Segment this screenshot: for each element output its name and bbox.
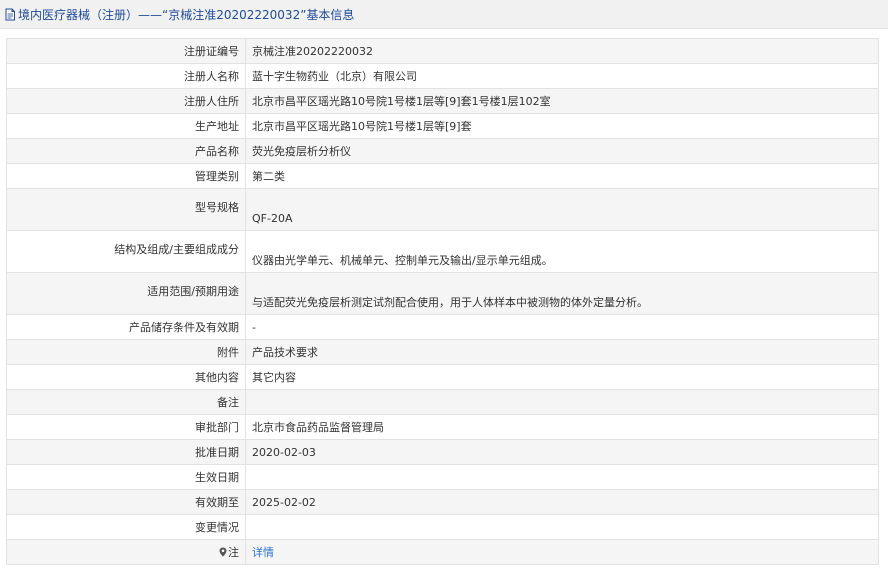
details-link[interactable]: 详情 [252, 546, 274, 559]
field-value: QF-20A [245, 188, 879, 231]
table-row: 注 详情 [6, 539, 879, 565]
field-label: 其他内容 [6, 364, 246, 390]
table-row: 备注 [6, 389, 879, 415]
table-row: 注册人名称 蓝十字生物药业（北京）有限公司 [6, 63, 879, 89]
table-row: 变更情况 [6, 514, 879, 540]
table-row: 注册证编号 京械注准20202220032 [6, 38, 879, 64]
table-row: 适用范围/预期用途 与适配荧光免疫层析测定试剂配合使用，用于人体样本中被测物的体… [6, 272, 879, 315]
table-row: 注册人住所 北京市昌平区瑶光路10号院1号楼1层等[9]套1号楼1层102室 [6, 88, 879, 114]
page-header: 境内医疗器械（注册）——“京械注准20202220032”基本信息 [0, 0, 888, 29]
device-info-table: 注册证编号 京械注准20202220032 注册人名称 蓝十字生物药业（北京）有… [6, 38, 879, 565]
field-label: 附件 [6, 339, 246, 365]
field-label: 生效日期 [6, 464, 246, 490]
field-value: 荧光免疫层析分析仪 [245, 138, 879, 164]
field-label: 注册证编号 [6, 38, 246, 64]
table-row: 结构及组成/主要组成成分 仪器由光学单元、机械单元、控制单元及输出/显示单元组成… [6, 230, 879, 273]
field-value: 蓝十字生物药业（北京）有限公司 [245, 63, 879, 89]
table-row: 批准日期 2020-02-03 [6, 439, 879, 465]
table-row: 生效日期 [6, 464, 879, 490]
field-label: 产品储存条件及有效期 [6, 314, 246, 340]
field-value [245, 389, 879, 415]
table-row: 生产地址 北京市昌平区瑶光路10号院1号楼1层等[9]套 [6, 113, 879, 139]
field-label: 结构及组成/主要组成成分 [6, 230, 246, 273]
field-label: 审批部门 [6, 414, 246, 440]
field-value: 2020-02-03 [245, 439, 879, 465]
field-label: 产品名称 [6, 138, 246, 164]
field-value: 产品技术要求 [245, 339, 879, 365]
field-value: 与适配荧光免疫层析测定试剂配合使用，用于人体样本中被测物的体外定量分析。 [245, 272, 879, 315]
field-label: 生产地址 [6, 113, 246, 139]
field-value: 京械注准20202220032 [245, 38, 879, 64]
field-value: 详情 [245, 539, 879, 565]
field-label-text: 型号规格 [195, 200, 239, 214]
table-row: 型号规格 QF-20A [6, 188, 879, 231]
field-value [245, 514, 879, 540]
table-row: 有效期至 2025-02-02 [6, 489, 879, 515]
field-value: 北京市食品药品监督管理局 [245, 414, 879, 440]
map-pin-icon [219, 547, 227, 557]
field-label: 注 [6, 539, 246, 565]
table-row: 附件 产品技术要求 [6, 339, 879, 365]
table-row: 其他内容 其它内容 [6, 364, 879, 390]
table-row: 审批部门 北京市食品药品监督管理局 [6, 414, 879, 440]
page-title: 境内医疗器械（注册）——“京械注准20202220032”基本信息 [18, 7, 355, 22]
table-row: 管理类别 第二类 [6, 163, 879, 189]
field-label: 批准日期 [6, 439, 246, 465]
field-value-text: 与适配荧光免疫层析测定试剂配合使用，用于人体样本中被测物的体外定量分析。 [252, 296, 648, 309]
field-value: 北京市昌平区瑶光路10号院1号楼1层等[9]套 [245, 113, 879, 139]
document-icon [4, 8, 16, 21]
field-label: 注册人住所 [6, 88, 246, 114]
field-value-text: 仪器由光学单元、机械单元、控制单元及输出/显示单元组成。 [252, 254, 553, 267]
field-value: 第二类 [245, 163, 879, 189]
field-value [245, 464, 879, 490]
table-row: 产品储存条件及有效期 - [6, 314, 879, 340]
note-label: 注 [228, 546, 239, 559]
field-label-text: 适用范围/预期用途 [147, 284, 239, 298]
table-row: 产品名称 荧光免疫层析分析仪 [6, 138, 879, 164]
field-value: 北京市昌平区瑶光路10号院1号楼1层等[9]套1号楼1层102室 [245, 88, 879, 114]
field-label: 变更情况 [6, 514, 246, 540]
field-value-text: QF-20A [252, 211, 293, 225]
field-label: 有效期至 [6, 489, 246, 515]
field-value: - [245, 314, 879, 340]
field-label: 备注 [6, 389, 246, 415]
field-value: 2025-02-02 [245, 489, 879, 515]
field-label: 适用范围/预期用途 [6, 272, 246, 315]
field-label-text: 结构及组成/主要组成成分 [114, 242, 239, 256]
field-label: 注册人名称 [6, 63, 246, 89]
field-value: 仪器由光学单元、机械单元、控制单元及输出/显示单元组成。 [245, 230, 879, 273]
field-label: 管理类别 [6, 163, 246, 189]
field-value: 其它内容 [245, 364, 879, 390]
field-label: 型号规格 [6, 188, 246, 231]
